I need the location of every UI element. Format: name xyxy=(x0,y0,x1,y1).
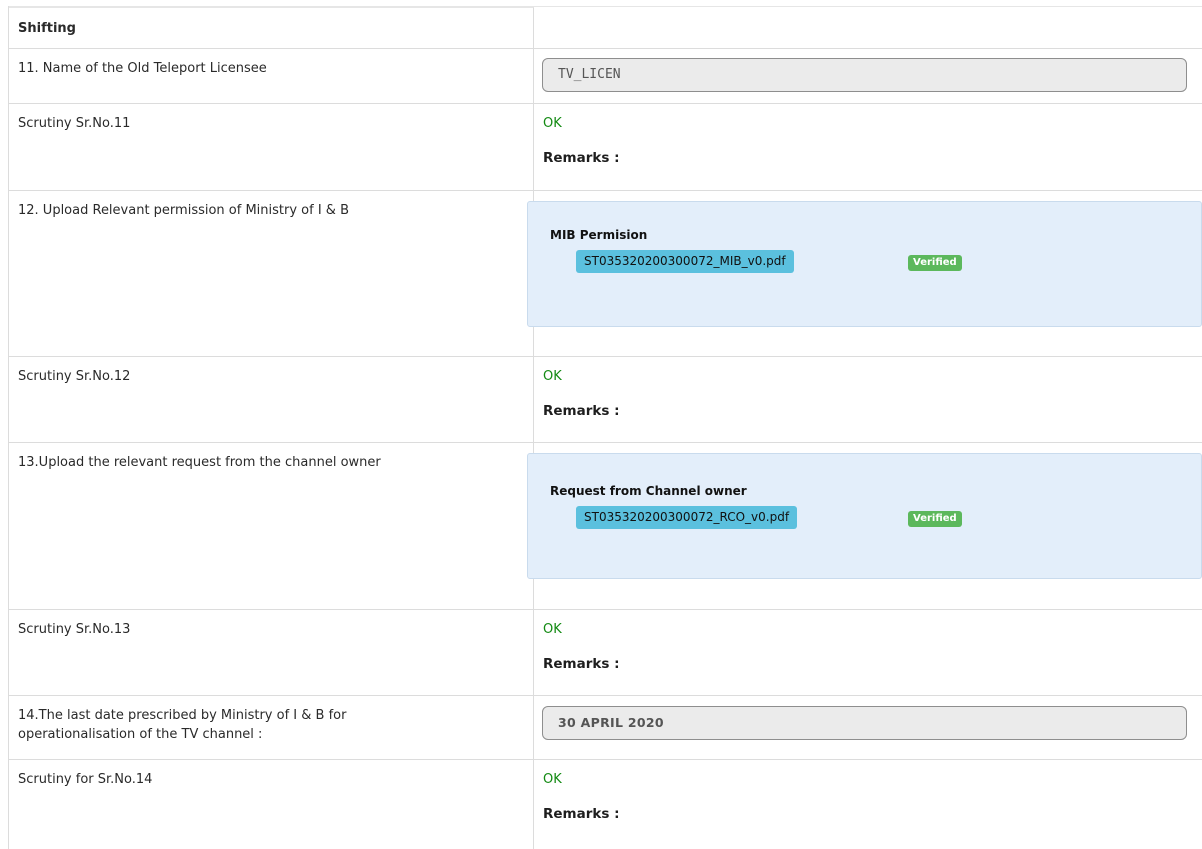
scrutiny-label-14: Scrutiny for Sr.No.14 xyxy=(9,760,534,849)
scrutiny-row-12: Scrutiny Sr.No.12 OK Remarks : xyxy=(9,356,1202,442)
field-label-14: 14.The last date prescribed by Ministry … xyxy=(9,696,534,759)
scrutiny-row-14: Scrutiny for Sr.No.14 OK Remarks : xyxy=(9,759,1202,849)
channel-owner-request-panel: Request from Channel owner ST03532020030… xyxy=(527,453,1202,579)
field-label-14-line1: 14.The last date prescribed by Ministry … xyxy=(18,708,347,723)
section-title: Shifting xyxy=(9,7,534,48)
form-row-12: 12. Upload Relevant permission of Minist… xyxy=(9,190,1202,356)
scrutiny-label-12: Scrutiny Sr.No.12 xyxy=(9,357,534,442)
form-row-13: 13.Upload the relevant request from the … xyxy=(9,442,1202,609)
form-row-14: 14.The last date prescribed by Ministry … xyxy=(9,695,1202,759)
scrutiny-status-11: OK xyxy=(543,116,562,131)
scrutiny-row-11: Scrutiny Sr.No.11 OK Remarks : xyxy=(9,103,1202,190)
remarks-label-12: Remarks : xyxy=(543,403,620,419)
last-date-field[interactable]: 30 APRIL 2020 xyxy=(542,706,1187,740)
form-row-11: 11. Name of the Old Teleport Licensee TV… xyxy=(9,48,1202,103)
remarks-label-14: Remarks : xyxy=(543,806,620,822)
remarks-label-13: Remarks : xyxy=(543,656,620,672)
verified-badge-13: Verified xyxy=(908,511,962,527)
remarks-label-11: Remarks : xyxy=(543,150,620,166)
scrutiny-row-13: Scrutiny Sr.No.13 OK Remarks : xyxy=(9,609,1202,695)
scrutiny-label-13: Scrutiny Sr.No.13 xyxy=(9,610,534,695)
field-label-14-line2: operationalisation of the TV channel : xyxy=(18,727,263,742)
panel-title-13: Request from Channel owner xyxy=(550,484,747,498)
field-label-13: 13.Upload the relevant request from the … xyxy=(9,443,534,609)
panel-title-12: MIB Permision xyxy=(550,228,648,242)
scrutiny-status-13: OK xyxy=(543,622,562,637)
scrutiny-status-14: OK xyxy=(543,772,562,787)
mib-permission-panel: MIB Permision ST035320200300072_MIB_v0.p… xyxy=(527,201,1202,327)
scrutiny-status-12: OK xyxy=(543,369,562,384)
section-header-row: Shifting xyxy=(9,6,1202,48)
verified-badge-12: Verified xyxy=(908,255,962,271)
field-label-11: 11. Name of the Old Teleport Licensee xyxy=(9,49,534,103)
shifting-form-table: Shifting 11. Name of the Old Teleport Li… xyxy=(8,6,1202,849)
rco-file-link[interactable]: ST035320200300072_RCO_v0.pdf xyxy=(576,506,798,529)
mib-file-link[interactable]: ST035320200300072_MIB_v0.pdf xyxy=(576,250,794,273)
old-teleport-licensee-field[interactable]: TV_LICEN xyxy=(542,58,1187,92)
field-label-12: 12. Upload Relevant permission of Minist… xyxy=(9,191,534,356)
scrutiny-label-11: Scrutiny Sr.No.11 xyxy=(9,104,534,190)
